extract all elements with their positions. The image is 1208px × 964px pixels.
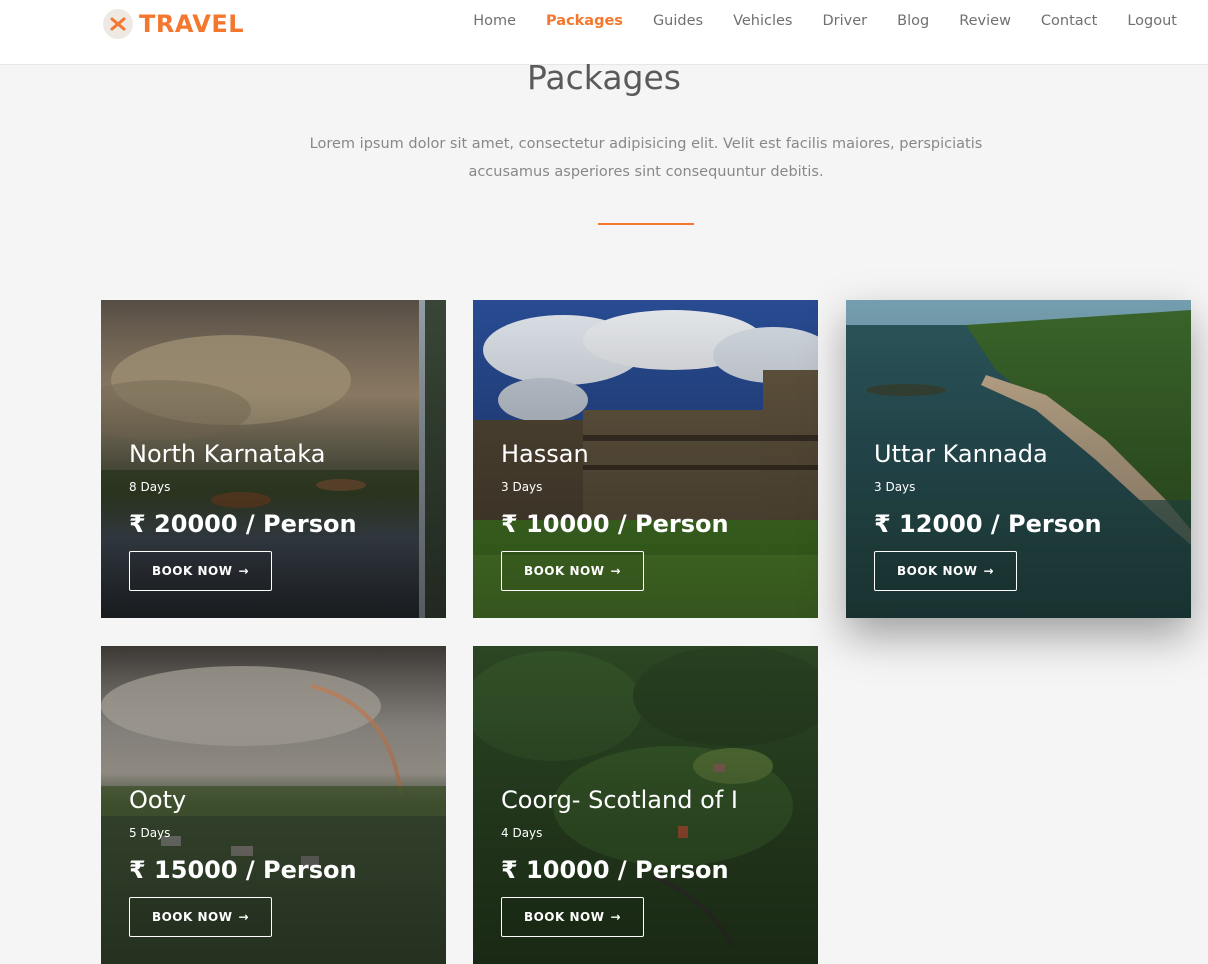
nav-blog[interactable]: Blog <box>882 11 944 31</box>
page-title: Packages <box>527 58 681 97</box>
book-now-label: BOOK NOW <box>151 910 233 924</box>
book-now-label: BOOK NOW <box>523 564 605 578</box>
package-price: ₹ 12000 / Person <box>874 510 1102 538</box>
book-now-label: BOOK NOW <box>523 910 605 924</box>
nav-guides[interactable]: Guides <box>638 11 718 31</box>
arrow-right-icon: → <box>983 564 995 578</box>
book-now-button[interactable]: BOOK NOW → <box>129 897 272 937</box>
nav-home[interactable]: Home <box>458 11 531 31</box>
package-name: Coorg- Scotland of I <box>501 786 738 814</box>
book-now-button[interactable]: BOOK NOW → <box>874 551 1017 591</box>
package-name: North Karnataka <box>129 440 326 468</box>
package-name: Uttar Kannada <box>874 440 1048 468</box>
plane-icon <box>103 9 133 39</box>
nav-logout[interactable]: Logout <box>1112 11 1177 31</box>
arrow-right-icon: → <box>238 910 250 924</box>
logo[interactable]: TRAVEL <box>103 8 244 40</box>
book-now-button[interactable]: BOOK NOW → <box>501 551 644 591</box>
package-card-ooty[interactable]: Ooty 5 Days ₹ 15000 / Person BOOK NOW → <box>101 646 446 964</box>
package-price: ₹ 10000 / Person <box>501 856 729 884</box>
book-now-button[interactable]: BOOK NOW → <box>501 897 644 937</box>
navbar: TRAVEL Home Packages Guides Vehicles Dri… <box>0 0 1208 65</box>
nav-driver[interactable]: Driver <box>808 11 883 31</box>
package-duration: 3 Days <box>501 480 543 494</box>
arrow-right-icon: → <box>610 564 622 578</box>
package-price: ₹ 15000 / Person <box>129 856 357 884</box>
arrow-right-icon: → <box>610 910 622 924</box>
package-duration: 5 Days <box>129 826 171 840</box>
book-now-label: BOOK NOW <box>896 564 978 578</box>
arrow-right-icon: → <box>238 564 250 578</box>
book-now-label: BOOK NOW <box>151 564 233 578</box>
package-card-uttar-kannada[interactable]: Uttar Kannada 3 Days ₹ 12000 / Person BO… <box>846 300 1191 618</box>
package-price: ₹ 20000 / Person <box>129 510 357 538</box>
package-card-north-karnataka[interactable]: North Karnataka 8 Days ₹ 20000 / Person … <box>101 300 446 618</box>
package-name: Ooty <box>129 786 187 814</box>
package-duration: 3 Days <box>874 480 916 494</box>
book-now-button[interactable]: BOOK NOW → <box>129 551 272 591</box>
nav-packages[interactable]: Packages <box>531 11 638 31</box>
nav-vehicles[interactable]: Vehicles <box>718 11 807 31</box>
nav-contact[interactable]: Contact <box>1026 11 1112 31</box>
package-name: Hassan <box>501 440 589 468</box>
nav-menu: Home Packages Guides Vehicles Driver Blo… <box>458 11 1177 31</box>
package-card-coorg[interactable]: Coorg- Scotland of I 4 Days ₹ 10000 / Pe… <box>473 646 818 964</box>
package-duration: 4 Days <box>501 826 543 840</box>
nav-review[interactable]: Review <box>944 11 1026 31</box>
section-description: Lorem ipsum dolor sit amet, consectetur … <box>309 136 983 180</box>
package-price: ₹ 10000 / Person <box>501 510 729 538</box>
package-duration: 8 Days <box>129 480 171 494</box>
brand-name: TRAVEL <box>139 10 245 38</box>
title-divider <box>598 223 694 225</box>
package-card-hassan[interactable]: Hassan 3 Days ₹ 10000 / Person BOOK NOW … <box>473 300 818 618</box>
